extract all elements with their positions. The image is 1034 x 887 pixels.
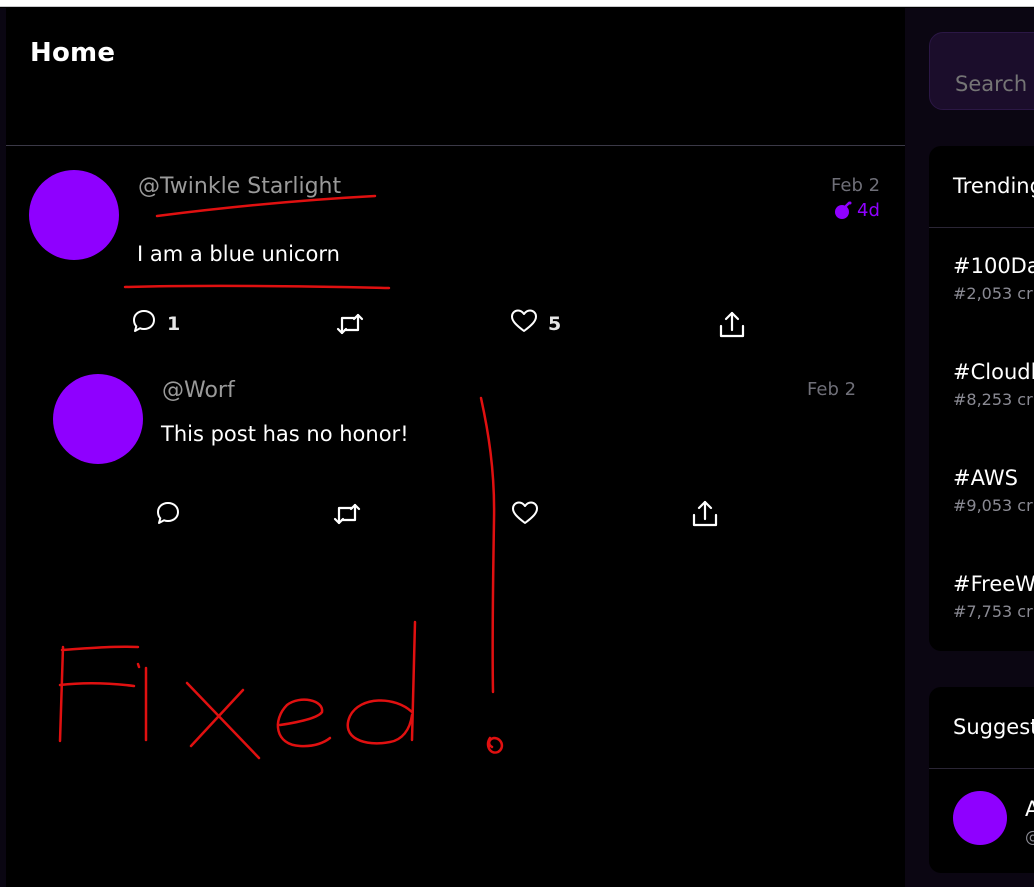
trend-item[interactable]: #Cloudl #8,253 cru [953,360,1034,409]
post-content: This post has no honor! [161,422,409,446]
page-title: Home [30,38,116,68]
trend-item[interactable]: #100Da #2,053 cru [953,254,1034,303]
suggested-name[interactable]: A [1025,797,1034,821]
avatar[interactable] [953,791,1007,845]
divider [929,768,1034,769]
divider [929,227,1034,228]
window-top-border [0,0,1034,7]
trending-card: Trending #100Da #2,053 cru #Cloudl #8,25… [929,146,1034,651]
suggested-handle: @ [1025,827,1034,846]
avatar[interactable] [53,374,143,464]
timer-label: 4d [857,200,880,221]
post-handle[interactable]: @Twinkle Starlight [138,174,341,199]
trend-count: #9,053 cru [953,496,1034,515]
comment-icon [133,310,155,332]
trend-tag: #AWS [953,466,1018,490]
retweet-button[interactable] [336,311,364,337]
share-button[interactable] [718,310,746,340]
trending-title: Trending [953,174,1034,198]
avatar[interactable] [29,170,119,260]
feed-header: Home [6,8,905,146]
share-button[interactable] [691,499,719,529]
comment-icon [157,502,179,524]
like-button[interactable] [511,500,539,526]
trend-item[interactable]: #AWS #9,053 cru [953,466,1034,515]
trend-tag: #Cloudl [953,360,1034,384]
like-button[interactable]: 5 [510,307,561,335]
retweet-button[interactable] [333,501,361,527]
bomb-icon [835,201,852,219]
trend-tag: #100Da [953,254,1034,278]
right-sidebar: Trending #100Da #2,053 cru #Cloudl #8,25… [905,8,1034,887]
share-icon [719,311,745,338]
reply-count: 1 [167,313,181,335]
trend-count: #7,753 cru [953,602,1034,621]
post-date: Feb 2 [807,379,857,400]
trend-item[interactable]: #FreeW #7,753 cru [953,572,1034,621]
heart-icon [512,501,538,524]
post-date: Feb 2 [831,175,881,196]
post-handle[interactable]: @Worf [162,378,235,403]
trend-tag: #FreeW [953,572,1034,596]
retweet-icon [336,313,364,335]
search-input[interactable] [929,32,1034,110]
trend-count: #8,253 cru [953,390,1034,409]
retweet-icon [333,503,361,525]
post-timer: 4d [833,200,880,221]
suggested-card: Suggest A @ [929,687,1034,873]
trend-count: #2,053 cru [953,284,1034,303]
reply-button[interactable]: 1 [131,307,180,335]
like-count: 5 [548,313,562,335]
main-feed: Home [6,8,905,887]
suggested-title: Suggest [953,715,1034,739]
reply-button[interactable] [155,500,181,526]
share-icon [692,500,718,527]
heart-icon [511,309,537,332]
post-content: I am a blue unicorn [137,242,340,266]
